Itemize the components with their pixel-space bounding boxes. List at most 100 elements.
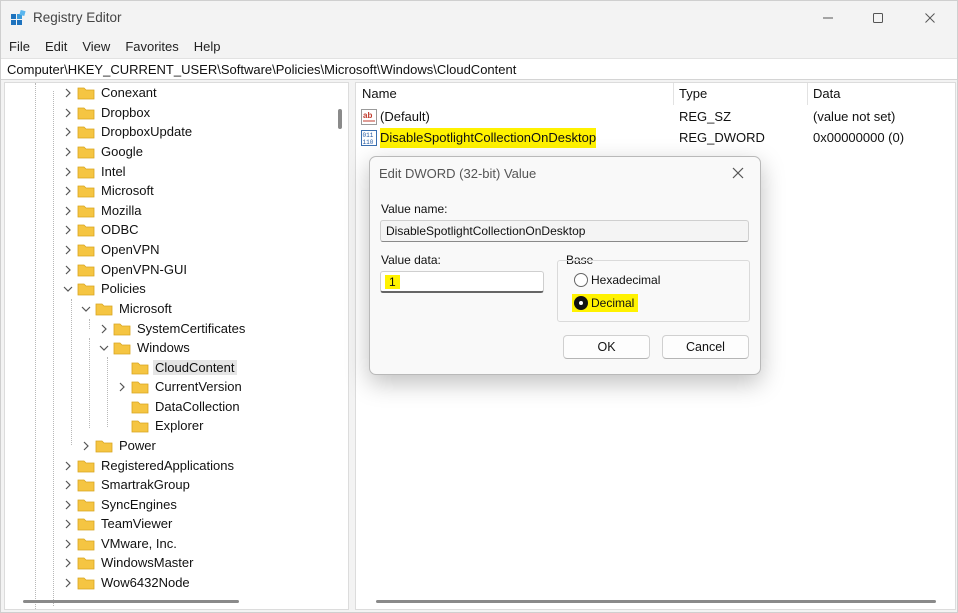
column-header-data[interactable]: Data [813, 83, 840, 105]
value-row[interactable]: 011 110 DisableSpotlightCollectionOnDesk… [356, 128, 955, 148]
chevron-right-icon[interactable] [117, 382, 127, 392]
string-value-icon: ab [361, 109, 377, 125]
tree-item[interactable]: ODBC [63, 220, 141, 239]
tree-item-label: Intel [101, 164, 126, 179]
tree-item[interactable]: Dropbox [63, 103, 152, 122]
folder-icon [77, 224, 95, 236]
ok-button[interactable]: OK [563, 335, 650, 359]
chevron-right-icon[interactable] [63, 500, 73, 510]
tree-item-label: Power [119, 438, 156, 453]
value-name-field[interactable]: DisableSpotlightCollectionOnDesktop [380, 220, 749, 242]
folder-icon [77, 499, 95, 511]
chevron-right-icon[interactable] [63, 167, 73, 177]
chevron-right-icon[interactable] [63, 108, 73, 118]
tree-item[interactable]: OpenVPN-GUI [63, 260, 189, 279]
tree-item[interactable]: VMware, Inc. [63, 534, 179, 553]
tree-item[interactable]: TeamViewer [63, 514, 174, 533]
tree-item[interactable]: Intel [63, 162, 128, 181]
tree-item[interactable]: Microsoft [63, 181, 156, 200]
radio-checked-icon[interactable] [574, 296, 588, 310]
tree-item[interactable]: Explorer [117, 416, 205, 435]
tree-item[interactable]: SystemCertificates [99, 319, 247, 338]
chevron-right-icon[interactable] [63, 519, 73, 529]
tree-item-label: ODBC [101, 222, 139, 237]
tree-item[interactable]: DropboxUpdate [63, 122, 194, 141]
radio-hexadecimal[interactable]: Hexadecimal [574, 273, 660, 287]
menu-view[interactable]: View [82, 39, 110, 54]
tree-item[interactable]: Policies [63, 279, 148, 298]
menu-file[interactable]: File [9, 39, 30, 54]
chevron-right-icon[interactable] [63, 147, 73, 157]
dialog-close-icon[interactable] [730, 165, 746, 181]
chevron-right-icon[interactable] [63, 206, 73, 216]
svg-text:110: 110 [363, 139, 374, 146]
value-data-input[interactable]: 1 [380, 271, 544, 293]
chevron-right-icon[interactable] [63, 461, 73, 471]
folder-icon [77, 538, 95, 550]
value-type: REG_SZ [679, 109, 732, 124]
menu-help[interactable]: Help [194, 39, 221, 54]
radio-decimal-label: Decimal [591, 296, 635, 310]
registry-editor-window: Registry Editor File Edit View Favorites… [0, 0, 958, 613]
tree-item-label: Microsoft [101, 183, 154, 198]
column-divider[interactable] [673, 83, 674, 105]
tree-item[interactable]: SyncEngines [63, 495, 179, 514]
menu-bar: File Edit View Favorites Help [1, 35, 957, 57]
column-divider[interactable] [807, 83, 808, 105]
chevron-down-icon[interactable] [99, 343, 109, 353]
tree-item-label: CurrentVersion [155, 379, 242, 394]
value-row[interactable]: ab (Default) REG_SZ (value not set) [356, 107, 955, 127]
chevron-right-icon[interactable] [63, 480, 73, 490]
tree-item[interactable]: DataCollection [117, 397, 242, 416]
close-window-button[interactable] [906, 1, 954, 35]
chevron-down-icon[interactable] [63, 284, 73, 294]
column-header-type[interactable]: Type [679, 83, 707, 105]
minimize-button[interactable] [804, 1, 852, 35]
chevron-right-icon[interactable] [63, 265, 73, 275]
chevron-right-icon[interactable] [63, 88, 73, 98]
tree-item[interactable]: OpenVPN [63, 240, 162, 259]
chevron-right-icon[interactable] [63, 186, 73, 196]
radio-decimal[interactable]: Decimal [572, 294, 639, 312]
column-header-name[interactable]: Name [362, 83, 397, 105]
tree-item-selected[interactable]: CloudContent [117, 358, 237, 377]
chevron-right-icon[interactable] [63, 539, 73, 549]
tree-item[interactable]: Microsoft [81, 299, 174, 318]
tree-item-label: SystemCertificates [137, 321, 246, 336]
values-horizontal-scroll-thumb[interactable] [376, 600, 936, 603]
chevron-right-icon[interactable] [63, 558, 73, 568]
tree-item[interactable]: RegisteredApplications [63, 456, 236, 475]
tree-item[interactable]: Conexant [63, 83, 159, 102]
tree-horizontal-scroll-thumb[interactable] [23, 600, 239, 603]
tree-item[interactable]: Power [81, 436, 158, 455]
chevron-down-icon[interactable] [81, 304, 91, 314]
chevron-right-icon[interactable] [63, 578, 73, 588]
cancel-button[interactable]: Cancel [662, 335, 749, 359]
tree-item[interactable]: Mozilla [63, 201, 143, 220]
key-tree-pane[interactable]: Conexant Dropbox DropboxUpdate Google In… [4, 82, 349, 610]
menu-edit[interactable]: Edit [45, 39, 67, 54]
tree-item[interactable]: Wow6432Node [63, 573, 192, 592]
tree-item[interactable]: SmartrakGroup [63, 475, 192, 494]
tree-item[interactable]: CurrentVersion [117, 377, 244, 396]
address-bar[interactable]: Computer\HKEY_CURRENT_USER\Software\Poli… [1, 58, 957, 80]
menu-favorites[interactable]: Favorites [125, 39, 178, 54]
tree-item[interactable]: WindowsMaster [63, 553, 195, 572]
tree-item-label: OpenVPN [101, 242, 160, 257]
chevron-right-icon[interactable] [63, 225, 73, 235]
maximize-button[interactable] [854, 1, 902, 35]
decimal-highlight: Decimal [572, 294, 639, 312]
radio-unchecked-icon[interactable] [574, 273, 588, 287]
value-data-label: Value data: [381, 253, 441, 267]
tree-vertical-scroll-thumb[interactable] [338, 109, 342, 129]
chevron-right-icon[interactable] [81, 441, 91, 451]
chevron-right-icon[interactable] [63, 127, 73, 137]
chevron-right-icon[interactable] [63, 245, 73, 255]
tree-item[interactable]: Windows [99, 338, 192, 357]
chevron-right-icon[interactable] [99, 324, 109, 334]
tree-item[interactable]: Google [63, 142, 145, 161]
tree-vertical-scrollbar[interactable] [334, 83, 348, 609]
tree-guide-line [53, 91, 54, 606]
